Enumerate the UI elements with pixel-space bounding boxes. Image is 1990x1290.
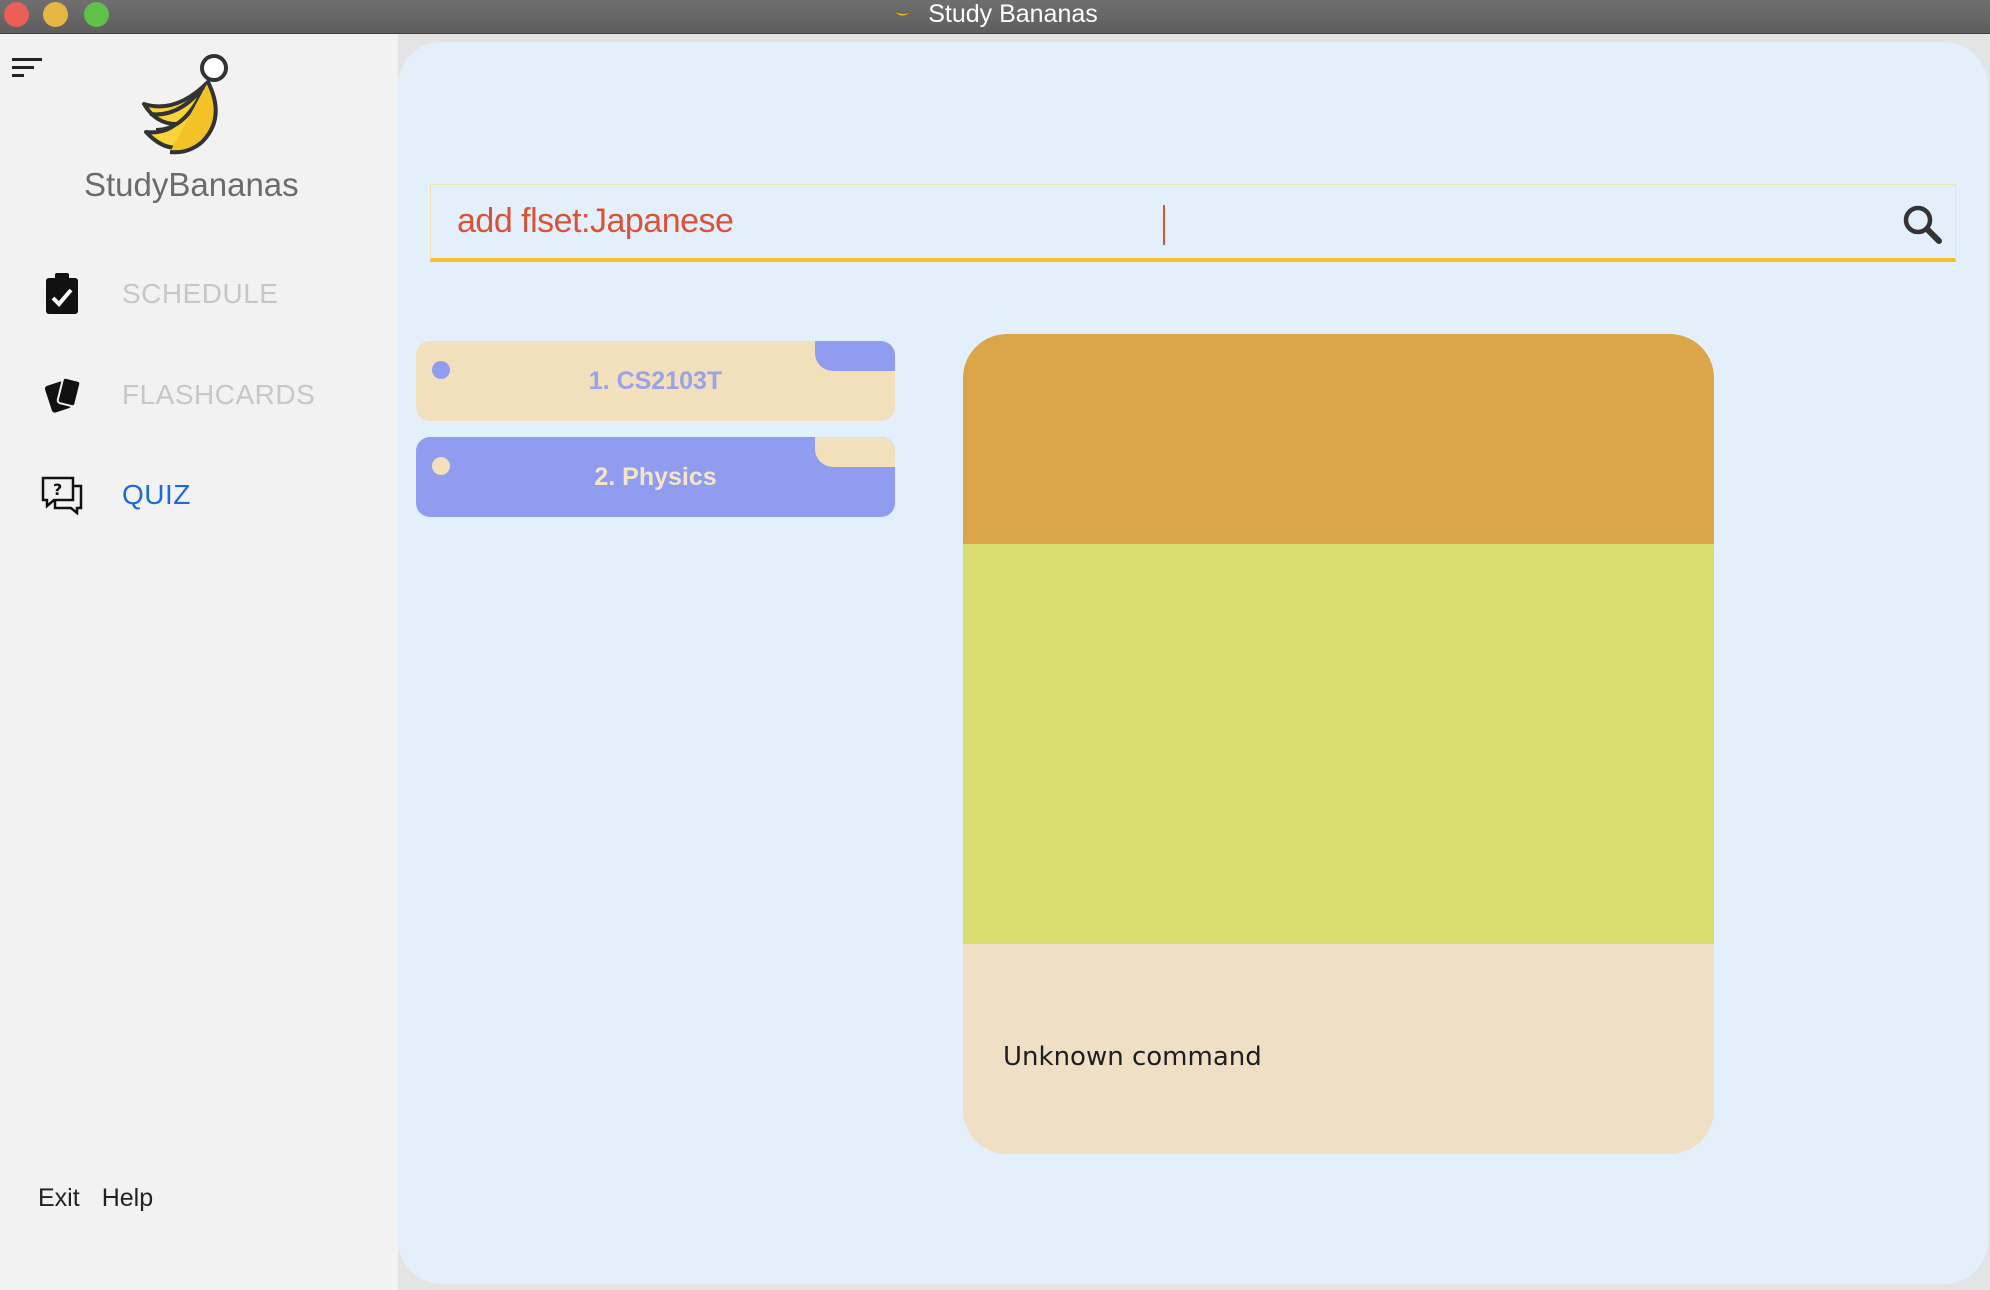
title-bar: Study Bananas <box>0 0 1990 34</box>
help-button[interactable]: Help <box>102 1184 153 1213</box>
window-title-group: Study Bananas <box>0 0 1990 28</box>
footer-links: Exit Help <box>38 1184 153 1213</box>
result-display: Unknown command <box>963 334 1714 1154</box>
window-title: Study Bananas <box>928 0 1098 28</box>
flashcard-set-item[interactable]: 1. CS2103T <box>416 341 895 421</box>
result-body-band <box>963 544 1714 944</box>
flashcard-set-item[interactable]: 2. Physics <box>416 437 895 517</box>
text-caret <box>1163 205 1165 245</box>
exit-button[interactable]: Exit <box>38 1184 80 1213</box>
result-message: Unknown command <box>1003 1042 1262 1072</box>
cards-icon <box>40 373 84 417</box>
question-chat-icon: ? <box>40 473 84 517</box>
svg-text:?: ? <box>53 480 62 499</box>
search-icon[interactable] <box>1901 203 1943 245</box>
nav-label-quiz: QUIZ <box>122 479 191 510</box>
nav-label-flashcards: FLASHCARDS <box>122 379 316 410</box>
banana-app-icon <box>893 10 913 17</box>
brand-name: StudyBananas <box>84 166 299 203</box>
nav-label-schedule: SCHEDULE <box>122 278 279 309</box>
set-card-label: 1. CS2103T <box>588 367 723 395</box>
sidebar: StudyBananas SCHEDULE FLASHCARDS ? QUIZ … <box>0 34 398 1290</box>
result-header-band <box>963 334 1714 544</box>
result-message-area: Unknown command <box>963 944 1714 1154</box>
hamburger-menu-icon[interactable] <box>12 56 44 80</box>
banana-logo-icon <box>142 54 228 155</box>
clipboard-check-icon <box>40 272 84 316</box>
nav-item-quiz[interactable]: ? QUIZ <box>40 467 380 523</box>
command-box[interactable] <box>430 184 1956 262</box>
nav-item-flashcards[interactable]: FLASHCARDS <box>40 367 380 423</box>
set-card-label: 2. Physics <box>594 463 717 491</box>
nav-item-schedule[interactable]: SCHEDULE <box>40 266 380 322</box>
command-input[interactable] <box>457 197 1837 245</box>
